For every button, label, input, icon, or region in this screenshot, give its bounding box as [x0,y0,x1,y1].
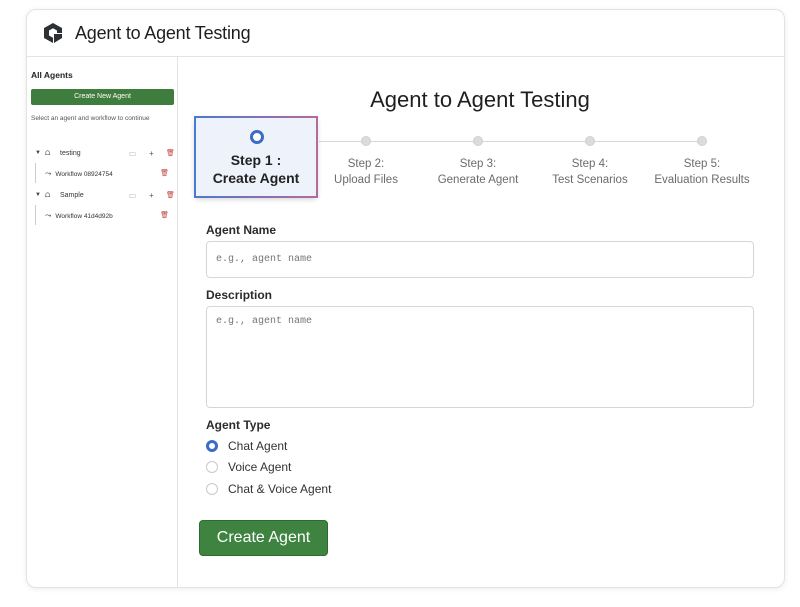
step-1-active-card[interactable]: Step 1 : Create Agent [194,116,318,198]
trash-icon[interactable]: 🗑 [160,169,169,177]
chevron-down-icon[interactable]: ▼ [35,150,43,156]
main-panel: Agent to Agent Testing Step 2: Upload Fi… [179,57,784,587]
workflow-label: Workflow 41d4d92b [55,212,113,220]
agent-name-label: Agent Name [206,223,277,237]
step-4-label[interactable]: Step 4: Test Scenarios [530,156,650,188]
step-2-label[interactable]: Step 2: Upload Files [306,156,426,188]
workflow-icon: ⤳ [45,211,52,220]
workflow-item[interactable]: ⤳ Workflow 41d4d92b 🗑 [35,205,175,227]
step-5-label[interactable]: Step 5: Evaluation Results [642,156,762,188]
workflow-label: Workflow 08924754 [55,170,113,178]
agent-name: testing [60,149,81,157]
create-new-agent-button[interactable]: Create New Agent [31,89,174,105]
app-title: Agent to Agent Testing [75,22,251,43]
agent-type-chat-voice[interactable]: Chat & Voice Agent [206,482,331,496]
chat-icon[interactable]: ▭ [128,149,137,158]
add-workflow-icon[interactable]: + [147,191,156,200]
agent-icon: ⩍ [45,190,51,199]
agent-name-input[interactable] [206,241,754,278]
chevron-down-icon[interactable]: ▼ [35,192,43,198]
step-3-label[interactable]: Step 3: Generate Agent [418,156,538,188]
radio-selected[interactable] [206,440,218,452]
sidebar-hint: Select an agent and workflow to continue [31,115,150,122]
workflow-icon: ⤳ [45,169,52,178]
sidebar: All Agents Create New Agent Select an ag… [27,57,178,587]
agent-item-testing[interactable]: ▼ ⩍ testing ▭ + 🗑 [35,143,175,163]
workflow-item[interactable]: ⤳ Workflow 08924754 🗑 [35,163,175,185]
chat-icon[interactable]: ▭ [128,191,137,200]
agent-item-sample[interactable]: ▼ ⩍ Sample ▭ + 🗑 [35,185,175,205]
app-window: Agent to Agent Testing All Agents Create… [26,9,785,588]
app-header: Agent to Agent Testing [27,10,784,57]
agent-tree: ▼ ⩍ testing ▭ + 🗑 ⤳ Workflow 08924754 🗑 … [35,143,175,227]
create-agent-button[interactable]: Create Agent [199,520,328,556]
sidebar-title: All Agents [31,70,73,80]
trash-icon[interactable]: 🗑 [166,191,175,199]
agent-type-chat[interactable]: Chat Agent [206,439,287,453]
agent-icon: ⩍ [45,148,51,157]
step-5-dot [697,136,707,146]
radio-unselected[interactable] [206,461,218,473]
step-4-dot [585,136,595,146]
step-2-dot [361,136,371,146]
agent-type-voice[interactable]: Voice Agent [206,460,291,474]
description-input[interactable] [206,306,754,408]
stepper-line [319,141,707,142]
logo-icon [44,23,62,43]
add-workflow-icon[interactable]: + [147,149,156,158]
step-3-dot [473,136,483,146]
agent-type-label: Agent Type [206,418,271,432]
step-1-label: Step 1 : Create Agent [212,152,300,186]
radio-unselected[interactable] [206,483,218,495]
trash-icon[interactable]: 🗑 [166,149,175,157]
stepper: Step 2: Upload Files Step 3: Generate Ag… [179,107,784,198]
trash-icon[interactable]: 🗑 [160,211,169,219]
description-label: Description [206,288,273,302]
step-1-dot [250,130,264,144]
agent-name: Sample [60,191,84,199]
